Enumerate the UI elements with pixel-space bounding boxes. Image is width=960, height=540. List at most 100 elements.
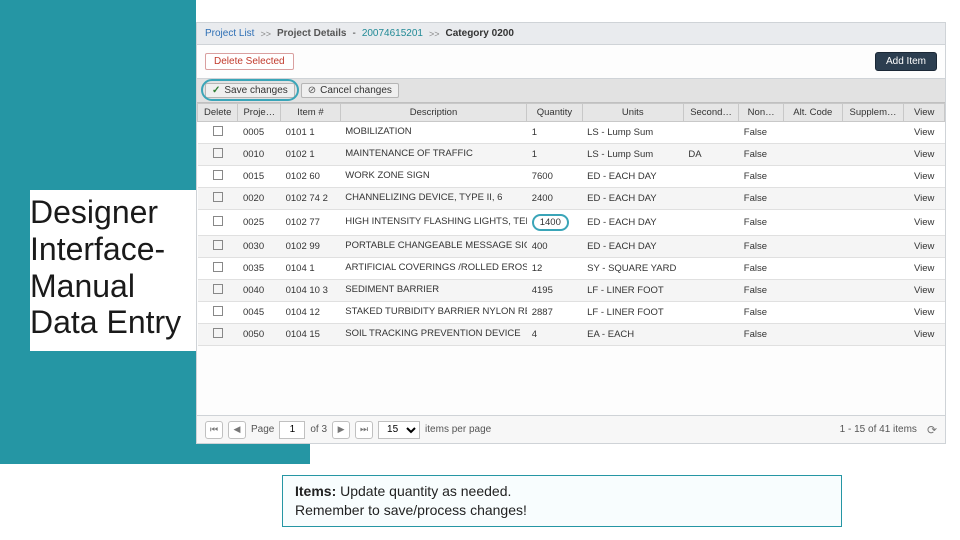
row-checkbox[interactable] [213,170,223,180]
cell-proj: 0025 [238,210,281,236]
cell-supplem [842,302,904,324]
table-row: 00200102 74 2CHANNELIZING DEVICE, TYPE I… [198,188,945,210]
callout-bold: Items: [295,483,336,499]
col-supp[interactable]: Supplem… [842,104,904,122]
cell-item-number[interactable]: 0102 60 [281,166,341,188]
table-row: 00050101 1MOBILIZATION1LS - Lump SumFals… [198,122,945,144]
cell-description: MOBILIZATION [340,122,526,144]
cell-description: ARTIFICIAL COVERINGS /ROLLED EROSION CON… [340,258,526,280]
col-view[interactable]: View [904,104,945,122]
col-alt[interactable]: Alt. Code [784,104,843,122]
cell-alt [784,188,843,210]
col-non[interactable]: Non… [739,104,784,122]
cell-supplem [842,324,904,346]
col-item[interactable]: Item # [281,104,341,122]
cell-item-number[interactable]: 0104 10 3 [281,280,341,302]
view-link[interactable]: View [904,236,945,258]
cell-units: LF - LINER FOOT [582,280,683,302]
cell-alt [784,122,843,144]
view-link[interactable]: View [904,188,945,210]
row-checkbox[interactable] [213,284,223,294]
cell-quantity[interactable]: 4 [527,324,582,346]
view-link[interactable]: View [904,302,945,324]
cell-proj: 0015 [238,166,281,188]
cell-supplem [842,144,904,166]
cell-alt [784,236,843,258]
view-link[interactable]: View [904,324,945,346]
cell-second [683,302,738,324]
col-qty[interactable]: Quantity [527,104,582,122]
row-checkbox[interactable] [213,192,223,202]
pager-last-button[interactable]: ⏭ [355,421,373,439]
cell-non: False [739,210,784,236]
pager-next-button[interactable]: ▶ [332,421,350,439]
row-checkbox[interactable] [213,306,223,316]
pager-pagesize-label: items per page [425,424,491,435]
cell-units: SY - SQUARE YARD [582,258,683,280]
row-checkbox[interactable] [213,216,223,226]
cell-item-number[interactable]: 0104 15 [281,324,341,346]
table-row: 00350104 1ARTIFICIAL COVERINGS /ROLLED E… [198,258,945,280]
table-row: 00400104 10 3SEDIMENT BARRIER4195LF - LI… [198,280,945,302]
row-checkbox[interactable] [213,328,223,338]
cell-non: False [739,324,784,346]
cell-item-number[interactable]: 0102 77 [281,210,341,236]
view-link[interactable]: View [904,280,945,302]
cell-proj: 0050 [238,324,281,346]
row-checkbox[interactable] [213,148,223,158]
cell-item-number[interactable]: 0102 99 [281,236,341,258]
col-desc[interactable]: Description [340,104,526,122]
cell-supplem [842,166,904,188]
cell-quantity[interactable]: 2887 [527,302,582,324]
view-link[interactable]: View [904,258,945,280]
cell-quantity[interactable]: 400 [527,236,582,258]
table-row: 00500104 15SOIL TRACKING PREVENTION DEVI… [198,324,945,346]
refresh-icon[interactable]: ⟳ [927,423,937,437]
delete-selected-button[interactable]: Delete Selected [205,53,294,70]
cell-description: PORTABLE CHANGEABLE MESSAGE SIGN, TEMPOR… [340,236,526,258]
cell-item-number[interactable]: 0102 74 2 [281,188,341,210]
row-checkbox[interactable] [213,262,223,272]
pager-pagesize-select[interactable]: 15 [378,421,420,439]
row-checkbox[interactable] [213,240,223,250]
cell-quantity[interactable]: 1 [527,122,582,144]
cell-item-number[interactable]: 0102 1 [281,144,341,166]
cell-units: LS - Lump Sum [582,122,683,144]
cell-quantity[interactable]: 12 [527,258,582,280]
view-link[interactable]: View [904,166,945,188]
view-link[interactable]: View [904,122,945,144]
pager-first-button[interactable]: ⏮ [205,421,223,439]
col-delete[interactable]: Delete [198,104,238,122]
view-link[interactable]: View [904,210,945,236]
add-item-button[interactable]: Add Item [875,52,937,71]
save-changes-button[interactable]: ✓ Save changes [205,83,295,98]
cell-non: False [739,188,784,210]
breadcrumb-project-details[interactable]: Project Details [277,28,346,39]
table-row: 00100102 1MAINTENANCE OF TRAFFIC1LS - Lu… [198,144,945,166]
col-second[interactable]: Second… [683,104,738,122]
table-header-row: Delete Proje… Item # Description Quantit… [198,104,945,122]
cell-alt [784,144,843,166]
col-proj[interactable]: Proje… [238,104,281,122]
save-label: Save changes [224,85,287,96]
cell-description: SEDIMENT BARRIER [340,280,526,302]
row-checkbox[interactable] [213,126,223,136]
cell-item-number[interactable]: 0104 1 [281,258,341,280]
view-link[interactable]: View [904,144,945,166]
breadcrumb-project-list[interactable]: Project List [205,28,254,39]
col-units[interactable]: Units [582,104,683,122]
pager-page-input[interactable] [279,421,305,439]
cell-non: False [739,144,784,166]
pager-prev-button[interactable]: ◀ [228,421,246,439]
cell-units: ED - EACH DAY [582,188,683,210]
cell-alt [784,166,843,188]
cell-item-number[interactable]: 0101 1 [281,122,341,144]
cell-quantity[interactable]: 1 [527,144,582,166]
cancel-changes-button[interactable]: ⊘ Cancel changes [301,83,399,98]
cell-item-number[interactable]: 0104 12 [281,302,341,324]
cell-quantity[interactable]: 1400 [527,210,582,236]
cell-quantity[interactable]: 7600 [527,166,582,188]
cell-proj: 0030 [238,236,281,258]
cell-quantity[interactable]: 2400 [527,188,582,210]
cell-quantity[interactable]: 4195 [527,280,582,302]
